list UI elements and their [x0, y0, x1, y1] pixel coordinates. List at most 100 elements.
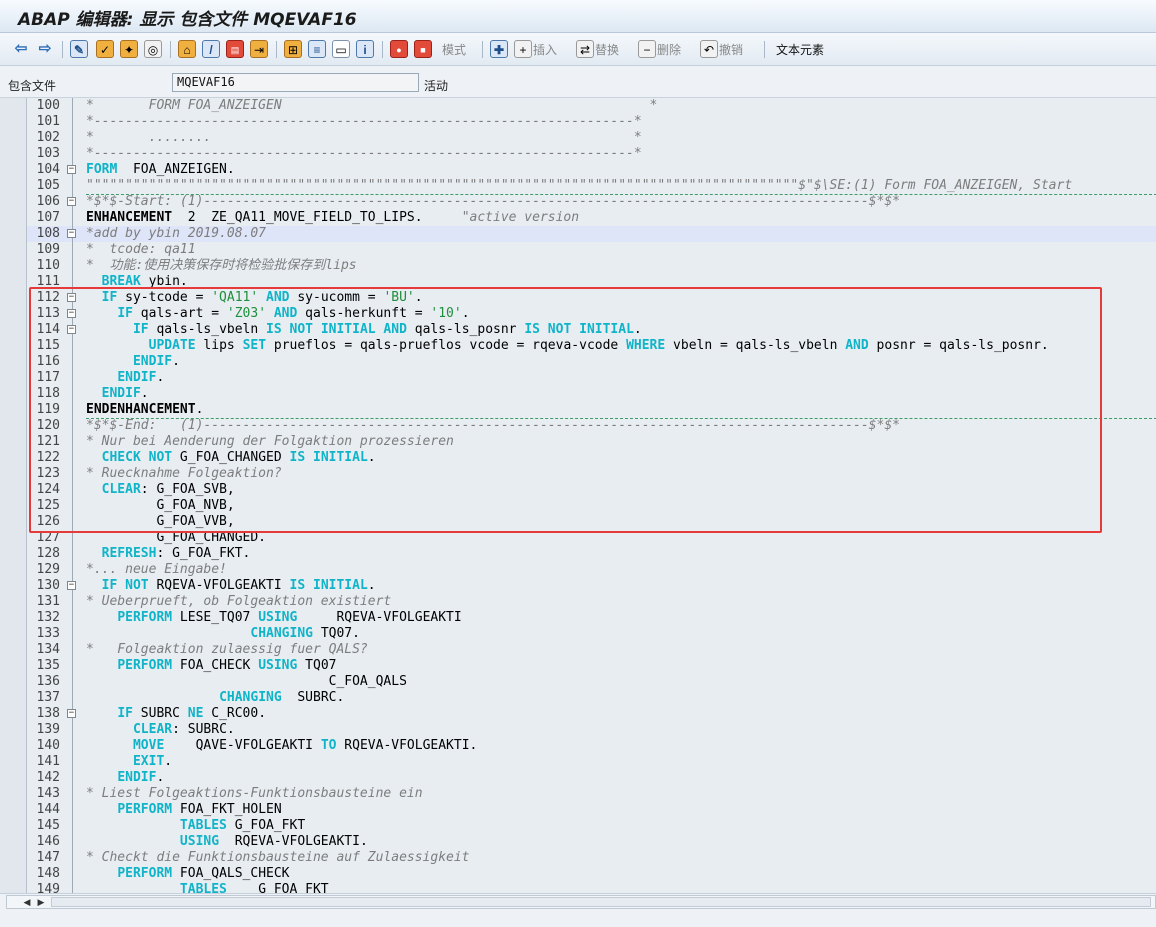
fold-toggle-icon[interactable]: − — [67, 325, 76, 334]
insert-icon[interactable]: + — [514, 40, 532, 58]
code-line[interactable]: 105 """""""""""""""""""""""""""""""""""""… — [27, 178, 1156, 194]
code-editor[interactable]: 100 * FORM FOA_ANZEIGEN * 101 *------------… — [0, 98, 1156, 893]
undo-button[interactable]: 撤销 — [719, 41, 743, 58]
code-line[interactable]: 100 * FORM FOA_ANZEIGEN * — [27, 98, 1156, 114]
replace-button[interactable]: 替换 — [595, 41, 619, 58]
split-screen-icon[interactable]: ▭ — [332, 40, 350, 58]
code-line[interactable]: 102 * ........ * — [27, 130, 1156, 146]
where-used-icon[interactable]: ⌂ — [178, 40, 196, 58]
code-line[interactable]: 115 UPDATE lips SET prueflos = qals-prue… — [27, 338, 1156, 354]
undo-icon[interactable]: ↶ — [700, 40, 718, 58]
code-line[interactable]: 101 *------------------------------------… — [27, 114, 1156, 130]
fold-gutter[interactable]: − — [66, 578, 80, 594]
code-line[interactable]: 133 CHANGING TQ07. — [27, 626, 1156, 642]
code-line[interactable]: 142 ENDIF. — [27, 770, 1156, 786]
code-line[interactable]: 122 CHECK NOT G_FOA_CHANGED IS INITIAL. — [27, 450, 1156, 466]
check-icon[interactable]: ✓ — [96, 40, 114, 58]
code-area[interactable]: 100 * FORM FOA_ANZEIGEN * 101 *------------… — [26, 98, 1156, 893]
code-line[interactable]: 139 CLEAR: SUBRC. — [27, 722, 1156, 738]
delete-icon[interactable]: − — [638, 40, 656, 58]
code-line[interactable]: 127 G_FOA_CHANGED. — [27, 530, 1156, 546]
pattern-icon[interactable]: / — [202, 40, 220, 58]
code-line[interactable]: 104− FORM FOA_ANZEIGEN. — [27, 162, 1156, 178]
replace-icon[interactable]: ⇄ — [576, 40, 594, 58]
code-line[interactable]: 144 PERFORM FOA_FKT_HOLEN — [27, 802, 1156, 818]
fold-gutter[interactable]: − — [66, 706, 80, 722]
code-line[interactable]: 134 * Folgeaktion zulaessig fuer QALS? — [27, 642, 1156, 658]
pretty-printer-icon[interactable]: ▤ — [226, 40, 244, 58]
code-line[interactable]: 147 * Checkt die Funktionsbausteine auf Z… — [27, 850, 1156, 866]
code-line[interactable]: 117 ENDIF. — [27, 370, 1156, 386]
code-line[interactable]: 135 PERFORM FOA_CHECK USING TQ07 — [27, 658, 1156, 674]
code-line[interactable]: 123 * Ruecknahme Folgeaktion? — [27, 466, 1156, 482]
code-line[interactable]: 130− IF NOT RQEVA-VFOLGEAKTI IS INITIAL. — [27, 578, 1156, 594]
text-elements-button[interactable]: 文本元素 — [776, 41, 824, 58]
fold-toggle-icon[interactable]: − — [67, 581, 76, 590]
code-line[interactable]: 121 * Nur bei Aenderung der Folgaktion pr… — [27, 434, 1156, 450]
code-line[interactable]: 137 CHANGING SUBRC. — [27, 690, 1156, 706]
code-line[interactable]: 129 *... neue Eingabe! — [27, 562, 1156, 578]
fold-toggle-icon[interactable]: − — [67, 165, 76, 174]
display-change-icon[interactable]: ✎ — [70, 40, 88, 58]
code-line[interactable]: 120 *$*$-End: (1)------------------------… — [27, 418, 1156, 434]
align-icon[interactable]: ≡ — [308, 40, 326, 58]
insert-button[interactable]: 插入 — [533, 41, 557, 58]
breakpoint-icon[interactable]: ● — [390, 40, 408, 58]
enhancement-icon[interactable]: ✚ — [490, 40, 508, 58]
code-line[interactable]: 111 BREAK ybin. — [27, 274, 1156, 290]
code-line[interactable]: 108− *add by ybin 2019.08.07 — [27, 226, 1156, 242]
code-line[interactable]: 112− IF sy-tcode = 'QA11' AND sy-ucomm =… — [27, 290, 1156, 306]
code-line[interactable]: 118 ENDIF. — [27, 386, 1156, 402]
navigation-icon[interactable]: ⇥ — [250, 40, 268, 58]
stop-icon[interactable]: ■ — [414, 40, 432, 58]
code-line[interactable]: 132 PERFORM LESE_TQ07 USING RQEVA-VFOLGE… — [27, 610, 1156, 626]
fold-toggle-icon[interactable]: − — [67, 229, 76, 238]
code-line[interactable]: 140 MOVE QAVE-VFOLGEAKTI TO RQEVA-VFOLGE… — [27, 738, 1156, 754]
fold-gutter[interactable]: − — [66, 162, 80, 178]
code-line[interactable]: 125 G_FOA_NVB, — [27, 498, 1156, 514]
mode-label[interactable]: 模式 — [442, 41, 466, 58]
code-line[interactable]: 138− IF SUBRC NE C_RC00. — [27, 706, 1156, 722]
fold-toggle-icon[interactable]: − — [67, 197, 76, 206]
hierarchy-icon[interactable]: ⊞ — [284, 40, 302, 58]
fold-gutter[interactable]: − — [66, 290, 80, 306]
code-line[interactable]: 149 TABLES G_FOA_FKT — [27, 882, 1156, 893]
fold-gutter[interactable]: − — [66, 306, 80, 322]
code-line[interactable]: 136 C_FOA_QALS — [27, 674, 1156, 690]
code-line[interactable]: 114− IF qals-ls_vbeln IS NOT INITIAL AND… — [27, 322, 1156, 338]
code-line[interactable]: 143 * Liest Folgeaktions-Funktionsbaustei… — [27, 786, 1156, 802]
horizontal-scrollbar[interactable]: ◀ ▶ — [6, 895, 1156, 909]
code-line[interactable]: 106− *$*$-Start: (1)---------------------… — [27, 194, 1156, 210]
code-line[interactable]: 131 * Ueberprueft, ob Folgeaktion existie… — [27, 594, 1156, 610]
code-line[interactable]: 126 G_FOA_VVB, — [27, 514, 1156, 530]
fold-toggle-icon[interactable]: − — [67, 709, 76, 718]
forward-arrow-icon[interactable]: ⇨ — [36, 40, 54, 58]
code-line[interactable]: 103 *------------------------------------… — [27, 146, 1156, 162]
code-line[interactable]: 109 * tcode: qa11 — [27, 242, 1156, 258]
code-line[interactable]: 124 CLEAR: G_FOA_SVB, — [27, 482, 1156, 498]
code-line[interactable]: 145 TABLES G_FOA_FKT — [27, 818, 1156, 834]
code-line[interactable]: 113− IF qals-art = 'Z03' AND qals-herkun… — [27, 306, 1156, 322]
other-object-icon[interactable]: ◎ — [144, 40, 162, 58]
info-icon[interactable]: i — [356, 40, 374, 58]
back-arrow-icon[interactable]: ⇦ — [12, 40, 30, 58]
code-line[interactable]: 107 ENHANCEMENT 2 ZE_QA11_MOVE_FIELD_TO_L… — [27, 210, 1156, 226]
fold-gutter[interactable]: − — [66, 322, 80, 338]
code-line[interactable]: 148 PERFORM FOA_QALS_CHECK — [27, 866, 1156, 882]
fold-gutter[interactable]: − — [66, 194, 80, 210]
fold-gutter[interactable]: − — [66, 226, 80, 242]
include-name-field[interactable]: MQEVAF16 — [172, 73, 419, 92]
scroll-right-icon[interactable]: ▶ — [35, 896, 47, 908]
code-line[interactable]: 119 ENDENHANCEMENT. — [27, 402, 1156, 418]
code-line[interactable]: 110 * 功能:使用决策保存时将检验批保存到lips — [27, 258, 1156, 274]
scrollbar-thumb[interactable] — [51, 897, 1151, 907]
code-line[interactable]: 128 REFRESH: G_FOA_FKT. — [27, 546, 1156, 562]
code-line[interactable]: 141 EXIT. — [27, 754, 1156, 770]
activate-icon[interactable]: ✦ — [120, 40, 138, 58]
scroll-left-icon[interactable]: ◀ — [21, 896, 33, 908]
delete-button[interactable]: 删除 — [657, 41, 681, 58]
code-line[interactable]: 116 ENDIF. — [27, 354, 1156, 370]
code-line[interactable]: 146 USING RQEVA-VFOLGEAKTI. — [27, 834, 1156, 850]
fold-toggle-icon[interactable]: − — [67, 309, 76, 318]
fold-toggle-icon[interactable]: − — [67, 293, 76, 302]
